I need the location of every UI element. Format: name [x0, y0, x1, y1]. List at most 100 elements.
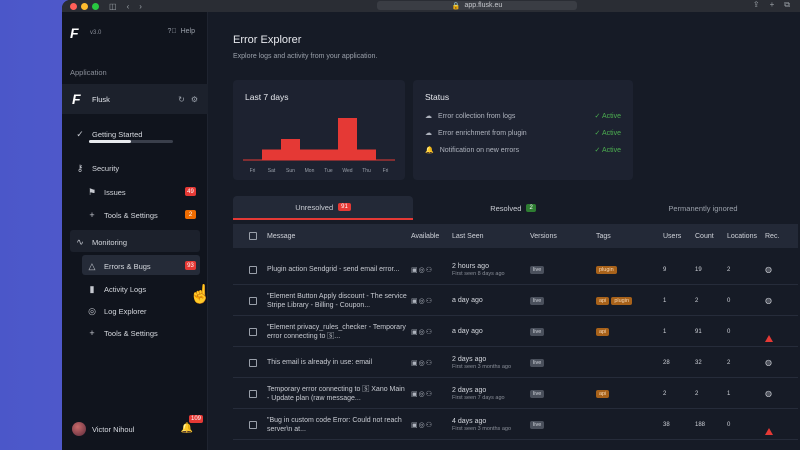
version-pill: live	[530, 265, 545, 274]
forward-icon[interactable]: ›	[139, 2, 142, 11]
row-checkbox[interactable]	[249, 389, 257, 398]
maximize-window-icon[interactable]	[92, 2, 99, 10]
row-checkbox[interactable]	[249, 420, 257, 429]
warning-triangle-icon: △	[88, 261, 96, 271]
row-message[interactable]: Temporary error connecting to 🅂 Xano Mai…	[267, 385, 407, 403]
sidebar-item-label: Errors & Bugs	[104, 262, 151, 271]
notification-count-badge: 109	[188, 415, 203, 423]
table-row[interactable]: This email is already in use: email ▣◎⚇ …	[233, 348, 798, 378]
column-header[interactable]: Tags	[596, 233, 611, 240]
main-content: Error Explorer Explore logs and activity…	[209, 12, 800, 450]
cloud-upload-icon: ☁	[425, 130, 432, 137]
column-header[interactable]: Versions	[530, 233, 557, 240]
available-icons: ▣◎⚇	[411, 359, 433, 367]
chart-tick-label: Mon	[305, 168, 315, 174]
sidebar-item-activity-logs[interactable]: ▮ Activity Logs	[62, 284, 208, 295]
column-header[interactable]: Available	[411, 233, 439, 240]
column-header[interactable]: Users	[663, 233, 681, 240]
errors-count-badge: 93	[185, 261, 196, 270]
column-header[interactable]: Count	[695, 233, 714, 240]
tab-permanently-ignored[interactable]: Permanently ignored	[613, 196, 793, 220]
sidebar-item-tools-settings[interactable]: + Tools & Settings 2	[62, 210, 208, 220]
minimize-window-icon[interactable]	[81, 2, 88, 10]
sidebar-item-security[interactable]: ⚷ Security	[62, 163, 208, 174]
check-circle-icon: ✓	[76, 129, 84, 139]
row-message[interactable]: "Bug in custom code Error: Could not rea…	[267, 416, 407, 434]
last-seen-value: 2 days ago	[452, 386, 487, 394]
browser-chrome: ◫ ‹ › 🔒 app.flusk.eu ⇪ + ⧉	[62, 0, 800, 12]
row-checkbox[interactable]	[249, 358, 257, 367]
sidebar-toggle-icon[interactable]: ◫	[109, 2, 117, 11]
address-bar[interactable]: 🔒 app.flusk.eu	[377, 1, 577, 10]
column-header[interactable]: Last Seen	[452, 233, 484, 240]
chart-tick-label: Fri	[383, 168, 389, 174]
select-all-checkbox[interactable]	[249, 232, 257, 240]
users-count: 2	[663, 390, 667, 397]
sidebar-item-label: Tools & Settings	[104, 210, 158, 220]
tab-resolved[interactable]: Resolved 2	[423, 196, 603, 220]
url-text: app.flusk.eu	[464, 2, 503, 9]
last-seen-value: a day ago	[452, 296, 483, 304]
tag-pill: api	[596, 327, 610, 336]
row-checkbox[interactable]	[249, 265, 257, 274]
sidebar-item-tools-settings-2[interactable]: + Tools & Settings	[62, 328, 208, 338]
user-name: Victor Nihoul	[92, 424, 135, 434]
close-window-icon[interactable]	[70, 2, 77, 10]
status-value-text: Active	[601, 147, 621, 154]
share-icon[interactable]: ⇪	[753, 0, 760, 10]
locations-count: 0	[727, 297, 731, 304]
last-seen: 2 days ago First seen 3 months ago	[452, 356, 511, 370]
row-message[interactable]: "Element Button Apply discount - The ser…	[267, 292, 407, 310]
version-pill: live	[530, 420, 545, 429]
app-selector[interactable]: F Flusk ↻ ⚙	[62, 84, 208, 114]
column-header[interactable]: Rec.	[765, 233, 779, 240]
refresh-icon[interactable]: ↻	[178, 95, 185, 104]
table-row[interactable]: "Bug in custom code Error: Could not rea…	[233, 410, 798, 440]
last-seen: 2 days ago First seen 7 days ago	[452, 387, 505, 401]
sidebar-item-errors-bugs[interactable]: △ Errors & Bugs 93	[62, 261, 208, 272]
table-row[interactable]: "Element Button Apply discount - The ser…	[233, 286, 798, 316]
sidebar-item-log-explorer[interactable]: ◎ Log Explorer	[62, 306, 208, 317]
alert-triangle-icon	[765, 421, 773, 435]
sidebar-item-monitoring-label[interactable]: ∿ Monitoring	[62, 237, 208, 248]
locations-count: 0	[727, 421, 731, 428]
tabs-overview-icon[interactable]: ⧉	[784, 0, 790, 10]
table-row[interactable]: "Element privacy_rules_checker - Tempora…	[233, 317, 798, 347]
rec-cell	[765, 421, 773, 435]
gear-icon[interactable]: ⚙	[191, 95, 198, 104]
bell-icon[interactable]: 🔔	[181, 423, 193, 434]
new-tab-icon[interactable]: +	[770, 0, 775, 10]
event-count: 2	[695, 390, 699, 397]
column-header[interactable]: Locations	[727, 233, 757, 240]
table-row[interactable]: Temporary error connecting to 🅂 Xano Mai…	[233, 379, 798, 409]
status-row: ☁ Error collection from logs ✓ Active	[425, 112, 621, 121]
first-seen-value: First seen 3 months ago	[452, 425, 512, 432]
table-row[interactable]: Plugin action Sendgrid - send email erro…	[233, 255, 798, 285]
row-checkbox[interactable]	[249, 327, 257, 336]
row-message[interactable]: Plugin action Sendgrid - send email erro…	[267, 265, 407, 274]
column-header[interactable]: Message	[267, 233, 295, 240]
sidebar-item-getting-started[interactable]: ✓ Getting Started	[62, 129, 208, 140]
versions-cell: live	[530, 327, 546, 336]
locations-count: 2	[727, 359, 731, 366]
target-icon: ◎	[88, 306, 96, 316]
row-message[interactable]: "Element privacy_rules_checker - Tempora…	[267, 323, 407, 341]
versions-cell: live	[530, 265, 546, 274]
tags-cell: api	[596, 389, 611, 398]
chart-tick-label: Sun	[286, 168, 295, 174]
help-button[interactable]: ?⃝ Help	[167, 28, 195, 35]
help-icon: ?⃝	[167, 28, 177, 35]
tools-count-badge: 2	[185, 210, 196, 219]
tags-cell: api	[596, 327, 611, 336]
tab-unresolved[interactable]: Unresolved 91	[233, 196, 413, 220]
users-count: 1	[663, 297, 667, 304]
status-label: Notification on new errors	[439, 146, 520, 154]
row-checkbox[interactable]	[249, 296, 257, 305]
flag-icon: ⚑	[87, 187, 97, 197]
chart-bar	[319, 149, 338, 160]
app-version: v3.0	[90, 30, 102, 36]
sidebar-item-issues[interactable]: ⚑ Issues 49	[62, 187, 208, 198]
row-message[interactable]: This email is already in use: email	[267, 358, 407, 367]
back-icon[interactable]: ‹	[127, 2, 130, 11]
status-value-text: Active	[601, 130, 621, 137]
